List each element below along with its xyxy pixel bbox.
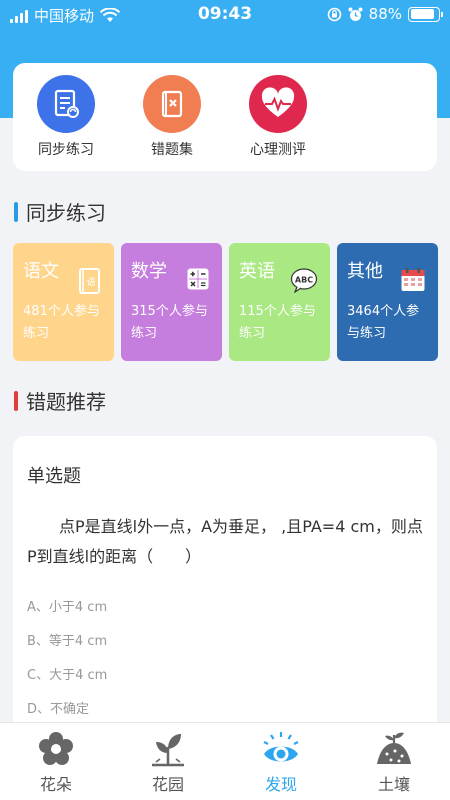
calculator-icon bbox=[187, 268, 209, 290]
tab-garden-label: 花园 bbox=[151, 775, 184, 794]
option-c[interactable]: C、大于4 cm bbox=[27, 664, 107, 683]
quick-action-practice-circle bbox=[37, 75, 95, 133]
mistake-section-label: 错题推荐 bbox=[26, 390, 106, 414]
practice-icon bbox=[54, 89, 79, 118]
svg-text:语: 语 bbox=[86, 277, 95, 288]
subject-count: 3464个人参与练习 bbox=[347, 304, 420, 341]
question-text: 点P是直线l外一点，A为垂足， ,且PA=4 cm，则点P到直线l的距离（ ） bbox=[27, 517, 423, 566]
tab-bar: 花朵 花园 发现 土壤 bbox=[0, 722, 450, 800]
tab-flower-label: 花朵 bbox=[39, 775, 72, 794]
sprout-icon bbox=[152, 734, 184, 767]
subject-card-english[interactable]: 英语 ABC 115个人参与练习 bbox=[229, 243, 330, 361]
quick-action-mistakes-label: 错题集 bbox=[151, 142, 193, 158]
sync-section-accent bbox=[14, 201, 18, 222]
alarm-icon bbox=[348, 7, 363, 21]
tab-soil-icon-wrap bbox=[354, 729, 434, 769]
book-icon: 语 bbox=[79, 268, 100, 294]
tab-garden-icon-wrap bbox=[128, 729, 208, 769]
quick-action-practice[interactable]: 同步练习 bbox=[21, 75, 111, 159]
rotation-lock-icon bbox=[327, 7, 341, 21]
option-d[interactable]: D、不确定 bbox=[27, 698, 89, 717]
tab-soil[interactable]: 土壤 bbox=[354, 729, 434, 795]
tab-flower[interactable]: 花朵 bbox=[16, 729, 96, 795]
tab-soil-label: 土壤 bbox=[377, 775, 410, 794]
quick-action-mistakes-circle bbox=[143, 75, 201, 133]
quick-action-mistakes[interactable]: 错题集 bbox=[127, 75, 217, 159]
subject-card-math[interactable]: 数学 315个人参与练习 bbox=[121, 243, 222, 361]
option-b[interactable]: B、等于4 cm bbox=[27, 630, 107, 649]
question-card[interactable]: 单选题 点P是直线l外一点，A为垂足， ,且PA=4 cm，则点P到直线l的距离… bbox=[13, 436, 437, 736]
tab-discover-label: 发现 bbox=[264, 775, 297, 794]
tab-discover-icon-wrap bbox=[241, 729, 321, 769]
quick-action-psychology[interactable]: 心理测评 bbox=[233, 75, 323, 159]
soil-icon bbox=[377, 732, 411, 764]
sync-section-title: 同步练习 bbox=[14, 197, 106, 226]
quick-action-psychology-circle bbox=[249, 75, 307, 133]
quick-action-practice-label: 同步练习 bbox=[38, 142, 94, 158]
subject-count: 481个人参与练习 bbox=[23, 304, 100, 341]
tab-discover[interactable]: 发现 bbox=[241, 729, 321, 795]
calendar-icon bbox=[401, 268, 425, 291]
question-type: 单选题 bbox=[27, 466, 81, 487]
subject-card-chinese[interactable]: 语文 语 481个人参与练习 bbox=[13, 243, 114, 361]
eye-icon bbox=[263, 732, 299, 762]
option-a[interactable]: A、小于4 cm bbox=[27, 596, 107, 615]
mistake-book-icon bbox=[161, 90, 183, 118]
status-bar: 中国移动 09:43 88% bbox=[0, 0, 450, 30]
mistake-section-accent bbox=[14, 390, 18, 411]
flower-icon bbox=[39, 732, 73, 765]
status-right: 88% bbox=[327, 5, 443, 23]
heart-pulse-icon bbox=[261, 87, 295, 117]
quick-actions-card: 同步练习 错题集 心理测评 bbox=[13, 63, 437, 171]
mistake-section-title: 错题推荐 bbox=[14, 386, 106, 415]
tab-flower-icon-wrap bbox=[16, 729, 96, 769]
subject-count: 115个人参与练习 bbox=[239, 304, 316, 341]
subject-card-other[interactable]: 其他 3464个人参与练习 bbox=[337, 243, 438, 361]
tab-garden[interactable]: 花园 bbox=[128, 729, 208, 795]
abc-icon: ABC bbox=[290, 268, 318, 293]
battery-percent: 88% bbox=[368, 5, 402, 23]
sync-section-label: 同步练习 bbox=[26, 201, 106, 225]
svg-text:ABC: ABC bbox=[295, 276, 313, 285]
battery-icon bbox=[408, 6, 443, 22]
subject-count: 315个人参与练习 bbox=[131, 304, 208, 341]
quick-action-psychology-label: 心理测评 bbox=[250, 142, 306, 158]
